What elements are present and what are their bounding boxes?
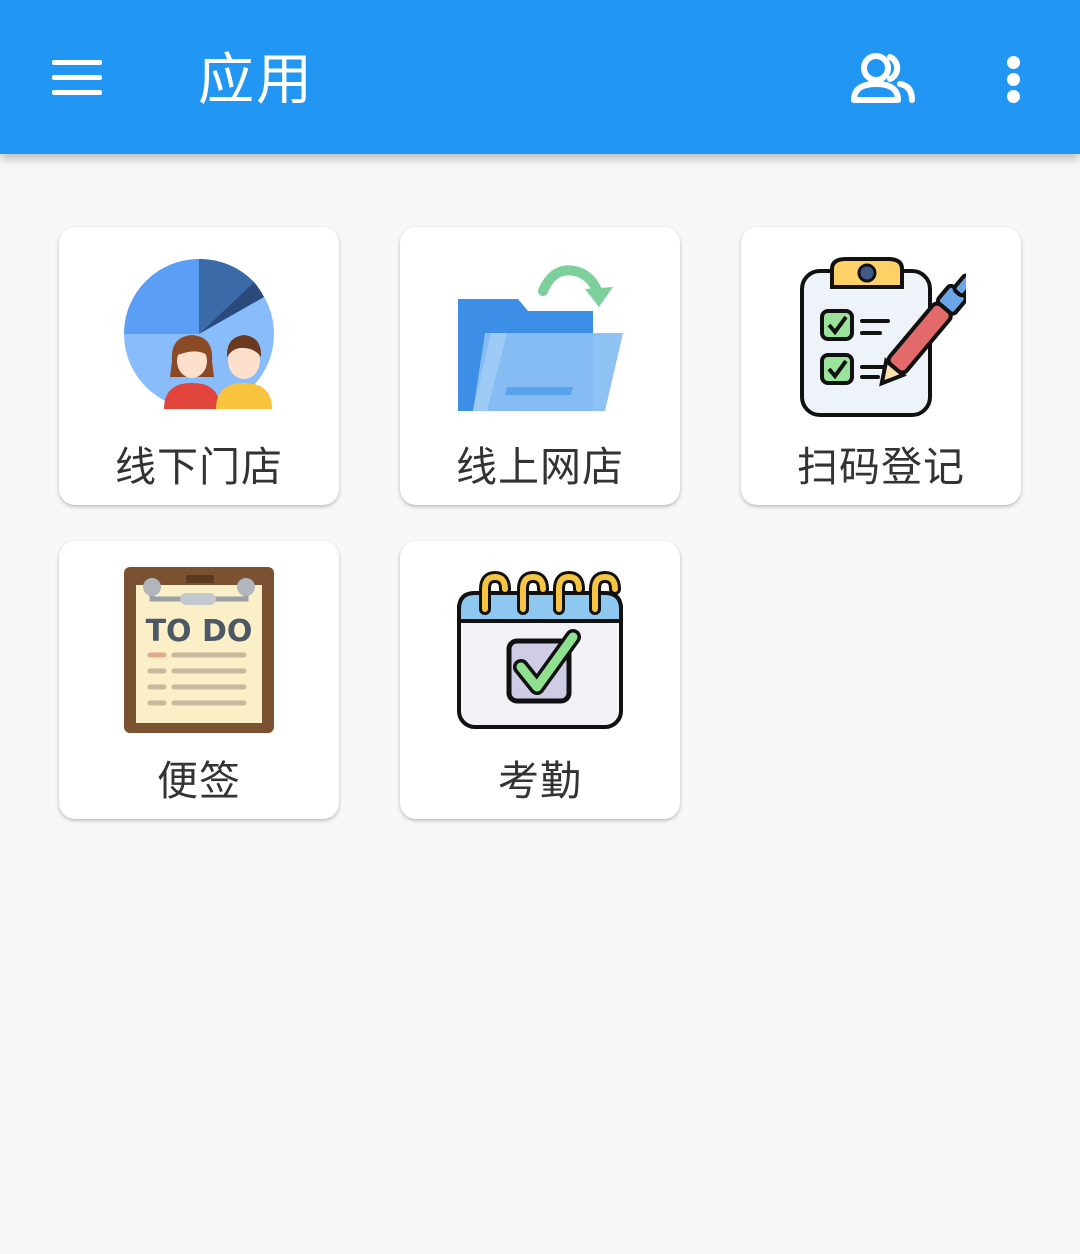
page-title: 应用: [198, 48, 314, 113]
app-label: 便签: [157, 757, 241, 805]
app-label: 扫码登记: [797, 443, 965, 491]
app-bar: 应用: [0, 0, 1080, 154]
app-card-offline-store[interactable]: 线下门店: [59, 227, 339, 505]
app-label: 线上网店: [456, 443, 624, 491]
contacts-button[interactable]: [842, 44, 922, 114]
app-label: 线下门店: [115, 443, 283, 491]
people-icon: [851, 53, 915, 103]
clipboard-checklist-icon: [800, 257, 966, 417]
app-label: 考勤: [498, 757, 582, 805]
more-options-button[interactable]: [990, 44, 1038, 114]
app-card-scan-register[interactable]: 扫码登记: [741, 227, 1021, 505]
store-people-pie-chart-icon: [124, 258, 274, 409]
app-card-attendance[interactable]: 考勤: [400, 541, 680, 819]
menu-button[interactable]: [40, 45, 114, 109]
calendar-check-icon: [457, 570, 623, 729]
app-card-notes[interactable]: TO DO 便签: [59, 541, 339, 819]
todo-notepad-icon: TO DO: [124, 567, 274, 733]
todo-icon-text: TO DO: [146, 614, 253, 649]
online-folder-sync-icon: [458, 265, 623, 411]
app-card-online-store[interactable]: 线上网店: [400, 227, 680, 505]
